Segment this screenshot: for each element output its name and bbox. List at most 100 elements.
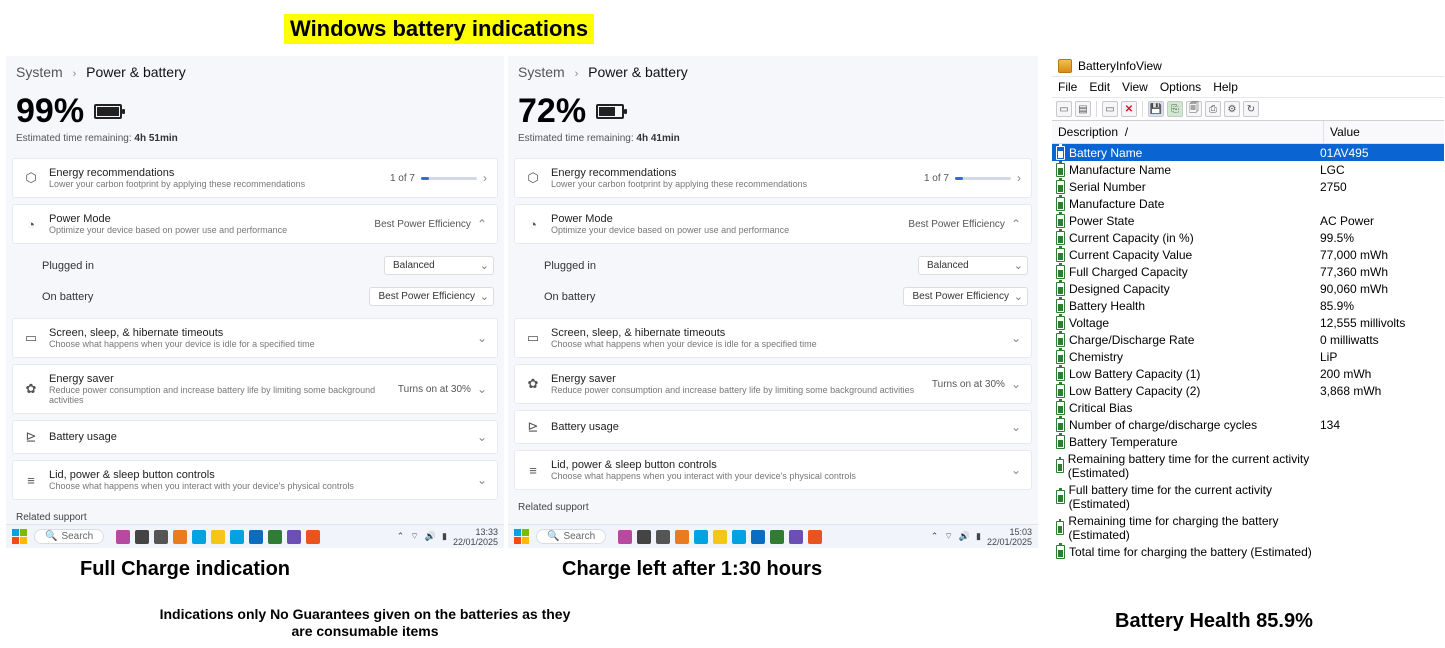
tool-button[interactable]: ✕ <box>1121 101 1137 117</box>
column-description[interactable]: Description <box>1058 125 1118 139</box>
table-row[interactable]: Manufacture NameLGC <box>1052 161 1444 178</box>
table-row[interactable]: Total time for charging the battery (Est… <box>1052 543 1444 560</box>
table-row[interactable]: Manufacture Date <box>1052 195 1444 212</box>
lid-controls-card[interactable]: ≡ Lid, power & sleep button controlsChoo… <box>12 460 498 500</box>
table-row[interactable]: Remaining battery time for the current a… <box>1052 450 1444 481</box>
taskbar-app-icon[interactable] <box>192 530 206 544</box>
energy-recommendations-card[interactable]: ⬡ Energy recommendationsLower your carbo… <box>12 158 498 198</box>
sleep-timeouts-card[interactable]: ▭ Screen, sleep, & hibernate timeoutsCho… <box>514 318 1032 358</box>
taskbar-app-icon[interactable] <box>770 530 784 544</box>
search-box[interactable]: 🔍Search <box>34 529 104 544</box>
column-value[interactable]: Value <box>1324 121 1444 143</box>
energy-saver-card[interactable]: ✿ Energy saverReduce power consumption a… <box>12 364 498 414</box>
on-battery-dropdown[interactable]: Best Power Efficiency <box>903 287 1028 306</box>
breadcrumb-root[interactable]: System <box>518 64 565 80</box>
tool-button[interactable]: 💾 <box>1148 101 1164 117</box>
taskbar-app-icon[interactable] <box>268 530 282 544</box>
wifi-icon[interactable]: ⌔ <box>410 531 418 542</box>
plugged-in-dropdown[interactable]: Balanced <box>918 256 1028 275</box>
energy-saver-card[interactable]: ✿ Energy saverReduce power consumption a… <box>514 364 1032 404</box>
taskbar-app-icon[interactable] <box>116 530 130 544</box>
volume-icon[interactable]: 🔊 <box>425 531 436 542</box>
plugged-in-dropdown[interactable]: Balanced <box>384 256 494 275</box>
table-row[interactable]: Power StateAC Power <box>1052 212 1444 229</box>
battery-usage-card[interactable]: ⊵ Battery usage ⌄ <box>12 420 498 454</box>
table-row[interactable]: Current Capacity Value77,000 mWh <box>1052 246 1444 263</box>
lid-controls-card[interactable]: ≡ Lid, power & sleep button controlsChoo… <box>514 450 1032 490</box>
sleep-timeouts-card[interactable]: ▭ Screen, sleep, & hibernate timeoutsCho… <box>12 318 498 358</box>
start-button[interactable] <box>514 529 530 545</box>
taskbar-app-icon[interactable] <box>135 530 149 544</box>
taskbar-app-icon[interactable] <box>637 530 651 544</box>
taskbar-app-icon[interactable] <box>732 530 746 544</box>
table-row[interactable]: Designed Capacity90,060 mWh <box>1052 280 1444 297</box>
on-battery-dropdown[interactable]: Best Power Efficiency <box>369 287 494 306</box>
table-row[interactable]: Full battery time for the current activi… <box>1052 481 1444 512</box>
chevron-up-icon[interactable]: ⌃ <box>931 531 939 542</box>
menu-help[interactable]: Help <box>1213 80 1238 94</box>
chevron-up-icon[interactable]: ⌃ <box>397 531 405 542</box>
tool-button[interactable]: ↻ <box>1243 101 1259 117</box>
taskbar-app-icon[interactable] <box>713 530 727 544</box>
table-row[interactable]: Low Battery Capacity (2)3,868 mWh <box>1052 382 1444 399</box>
related-support[interactable]: Related support <box>508 496 1038 515</box>
taskbar-app-icon[interactable] <box>211 530 225 544</box>
table-row[interactable]: Number of charge/discharge cycles134 <box>1052 416 1444 433</box>
tool-button[interactable]: ⎙ <box>1205 101 1221 117</box>
taskbar-app-icon[interactable] <box>230 530 244 544</box>
tool-button[interactable]: ▭ <box>1102 101 1118 117</box>
start-button[interactable] <box>12 529 28 545</box>
tool-button[interactable]: ▭ <box>1056 101 1072 117</box>
taskbar-app-icon[interactable] <box>656 530 670 544</box>
table-row[interactable]: Full Charged Capacity77,360 mWh <box>1052 263 1444 280</box>
battery-tray-icon[interactable]: ▮ <box>442 531 447 542</box>
table-row[interactable]: Low Battery Capacity (1)200 mWh <box>1052 365 1444 382</box>
breadcrumb-root[interactable]: System <box>16 64 63 80</box>
energy-recommendations-card[interactable]: ⬡ Energy recommendationsLower your carbo… <box>514 158 1032 198</box>
power-mode-card[interactable]: ◔ Power ModeOptimize your device based o… <box>514 204 1032 244</box>
table-row[interactable]: Remaining time for charging the battery … <box>1052 512 1444 543</box>
taskbar-app-icon[interactable] <box>287 530 301 544</box>
power-mode-card[interactable]: ◔ Power ModeOptimize your device based o… <box>12 204 498 244</box>
table-row[interactable]: Current Capacity (in %)99.5% <box>1052 229 1444 246</box>
taskbar-app-icon[interactable] <box>306 530 320 544</box>
tool-button[interactable]: 🗐 <box>1186 101 1202 117</box>
menu-edit[interactable]: Edit <box>1089 80 1110 94</box>
taskbar-app-icon[interactable] <box>249 530 263 544</box>
wifi-icon[interactable]: ⌔ <box>944 531 952 542</box>
volume-icon[interactable]: 🔊 <box>959 531 970 542</box>
tool-button[interactable]: ▤ <box>1075 101 1091 117</box>
table-row[interactable]: Serial Number2750 <box>1052 178 1444 195</box>
table-row[interactable]: Battery Name01AV495 <box>1052 144 1444 161</box>
tool-button[interactable]: ⎘ <box>1167 101 1183 117</box>
battery-usage-card[interactable]: ⊵ Battery usage ⌄ <box>514 410 1032 444</box>
table-row[interactable]: Voltage12,555 millivolts <box>1052 314 1444 331</box>
energy-count: 1 of 7 <box>390 173 415 184</box>
taskbar-app-icon[interactable] <box>173 530 187 544</box>
taskbar-app-icon[interactable] <box>694 530 708 544</box>
battery-tray-icon[interactable]: ▮ <box>976 531 981 542</box>
taskbar-app-icon[interactable] <box>808 530 822 544</box>
system-tray[interactable]: ⌃ ⌔ 🔊 ▮ 13:3322/01/2025 <box>397 527 498 547</box>
menu-options[interactable]: Options <box>1160 80 1201 94</box>
menu-view[interactable]: View <box>1122 80 1148 94</box>
tool-button[interactable]: ⚙ <box>1224 101 1240 117</box>
taskbar-app-icon[interactable] <box>751 530 765 544</box>
menu-file[interactable]: File <box>1058 80 1077 94</box>
related-support[interactable]: Related support <box>6 506 504 525</box>
table-row[interactable]: Battery Temperature <box>1052 433 1444 450</box>
taskbar-app-icon[interactable] <box>789 530 803 544</box>
table-row[interactable]: Charge/Discharge Rate0 milliwatts <box>1052 331 1444 348</box>
table-row[interactable]: ChemistryLiP <box>1052 348 1444 365</box>
breadcrumb[interactable]: System › Power & battery <box>6 56 504 82</box>
taskbar-app-icon[interactable] <box>154 530 168 544</box>
taskbar-app-icon[interactable] <box>618 530 632 544</box>
table-row[interactable]: Critical Bias <box>1052 399 1444 416</box>
breadcrumb[interactable]: System › Power & battery <box>508 56 1038 82</box>
table-row[interactable]: Battery Health85.9% <box>1052 297 1444 314</box>
system-tray[interactable]: ⌃ ⌔ 🔊 ▮ 15:0322/01/2025 <box>931 527 1032 547</box>
table-header[interactable]: Description / Value <box>1052 121 1444 144</box>
taskbar-app-icon[interactable] <box>675 530 689 544</box>
search-box[interactable]: 🔍Search <box>536 529 606 544</box>
window-titlebar[interactable]: BatteryInfoView <box>1052 56 1444 77</box>
